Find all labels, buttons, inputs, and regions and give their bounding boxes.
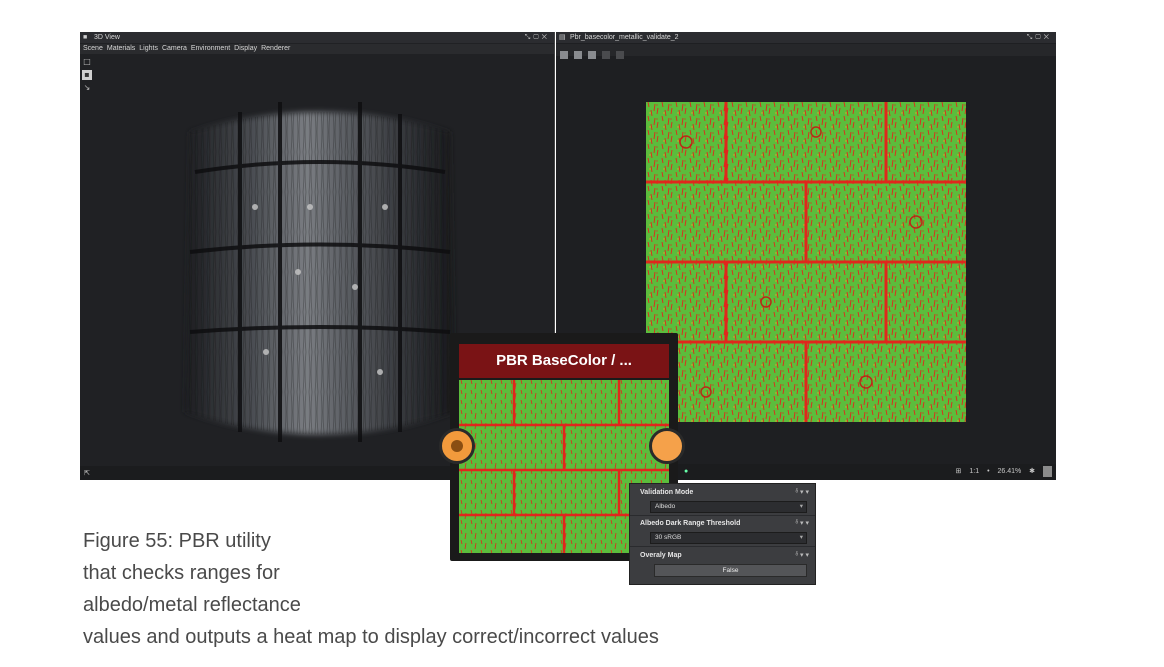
- parameter-function-icon[interactable]: ᵟ ▾ ▾: [795, 519, 809, 529]
- caption-line-2: that checks ranges for: [83, 562, 280, 584]
- dark-range-dropdown[interactable]: 30 sRGB ▾: [650, 532, 807, 544]
- settings-icon[interactable]: ✱: [1029, 468, 1035, 475]
- save-icon[interactable]: [588, 51, 596, 59]
- divider: [630, 515, 815, 516]
- channels-icon[interactable]: [560, 51, 568, 59]
- frame-icon[interactable]: □: [82, 57, 92, 67]
- menu-materials[interactable]: Materials: [107, 45, 135, 52]
- dark-range-label: Albedo Dark Range Threshold: [640, 520, 741, 527]
- caption-line-4: values and outputs a heat map to display…: [83, 626, 659, 648]
- menu-renderer[interactable]: Renderer: [261, 45, 290, 52]
- fit-view-icon[interactable]: ⊞: [956, 468, 962, 475]
- dark-range-row: Albedo Dark Range Threshold ᵟ ▾ ▾: [640, 519, 811, 529]
- divider: [630, 546, 815, 547]
- validation-mode-row: Validation Mode ᵟ ▾ ▾: [640, 488, 811, 498]
- overlay-map-row: Overaly Map ᵟ ▾ ▾: [640, 551, 811, 561]
- export-icon[interactable]: [574, 51, 582, 59]
- menu-display[interactable]: Display: [234, 45, 257, 52]
- chevron-down-icon: ▾: [799, 534, 803, 541]
- input-port-icon[interactable]: [439, 428, 475, 464]
- parameter-function-icon[interactable]: ᵟ ▾ ▾: [795, 551, 809, 561]
- light-tool-icon[interactable]: ↘: [82, 83, 92, 93]
- menu-scene[interactable]: Scene: [83, 45, 103, 52]
- 3d-view-window-controls: ⤡▢✕: [525, 32, 550, 43]
- node-parameters-panel: Validation Mode ᵟ ▾ ▾ Albedo ▾ Albedo Dar…: [629, 483, 816, 585]
- tile-icon[interactable]: [602, 51, 610, 59]
- 2d-view-titlebar: ▤ Pbr_basecolor_metallic_validate_2 ⤡▢✕: [556, 32, 1056, 43]
- validation-mode-label: Validation Mode: [640, 489, 694, 496]
- close-icon[interactable]: ✕: [1044, 34, 1052, 41]
- uv-icon[interactable]: [616, 51, 624, 59]
- float-icon[interactable]: ▢: [533, 34, 541, 41]
- validation-mode-value: Albedo: [655, 503, 676, 510]
- validation-heatmap[interactable]: [646, 102, 966, 422]
- overlay-map-label: Overaly Map: [640, 552, 682, 559]
- 2d-view-title: Pbr_basecolor_metallic_validate_2: [570, 34, 679, 41]
- close-icon[interactable]: ✕: [542, 34, 550, 41]
- color-chip-icon[interactable]: [1043, 465, 1052, 477]
- caption-line-3: albedo/metal reflectance: [83, 594, 301, 616]
- material-preview-render[interactable]: [170, 72, 470, 480]
- 3d-view-title: 3D View: [94, 34, 120, 41]
- overlay-map-toggle[interactable]: False: [654, 564, 807, 577]
- 3d-view-toolbar: □ ▪ ↘: [82, 57, 94, 96]
- 2d-view-window-controls: ⤡▢✕: [1027, 32, 1052, 43]
- zoom-dot-icon: •: [987, 468, 990, 475]
- zoom-ratio[interactable]: 1:1: [969, 468, 979, 475]
- node-title: PBR BaseColor / ...: [459, 344, 669, 378]
- select-tool-icon[interactable]: ▪: [82, 70, 92, 80]
- color-indicator-icon: ●: [684, 468, 689, 475]
- parameter-function-icon[interactable]: ᵟ ▾ ▾: [795, 488, 809, 498]
- dark-range-value: 30 sRGB: [655, 534, 682, 541]
- cube-icon: ■: [83, 34, 88, 41]
- menu-environment[interactable]: Environment: [191, 45, 230, 52]
- validation-mode-dropdown[interactable]: Albedo ▾: [650, 501, 807, 513]
- 3d-view-titlebar: ■ 3D View ⤡▢✕: [80, 32, 554, 43]
- menu-camera[interactable]: Camera: [162, 45, 187, 52]
- 2d-view-toolbar: [556, 44, 1056, 59]
- image-icon: ▤: [559, 34, 566, 41]
- zoom-percent[interactable]: 26.41%: [997, 468, 1021, 475]
- float-icon[interactable]: ▢: [1035, 34, 1043, 41]
- output-port-icon[interactable]: [649, 428, 685, 464]
- menu-lights[interactable]: Lights: [139, 45, 158, 52]
- caption-line-1: Figure 55: PBR utility: [83, 530, 271, 552]
- 3d-view-menubar: Scene Materials Lights Camera Environment Dis…: [80, 44, 554, 54]
- chevron-down-icon: ▾: [799, 503, 803, 510]
- axis-icon[interactable]: ⇱: [84, 469, 90, 477]
